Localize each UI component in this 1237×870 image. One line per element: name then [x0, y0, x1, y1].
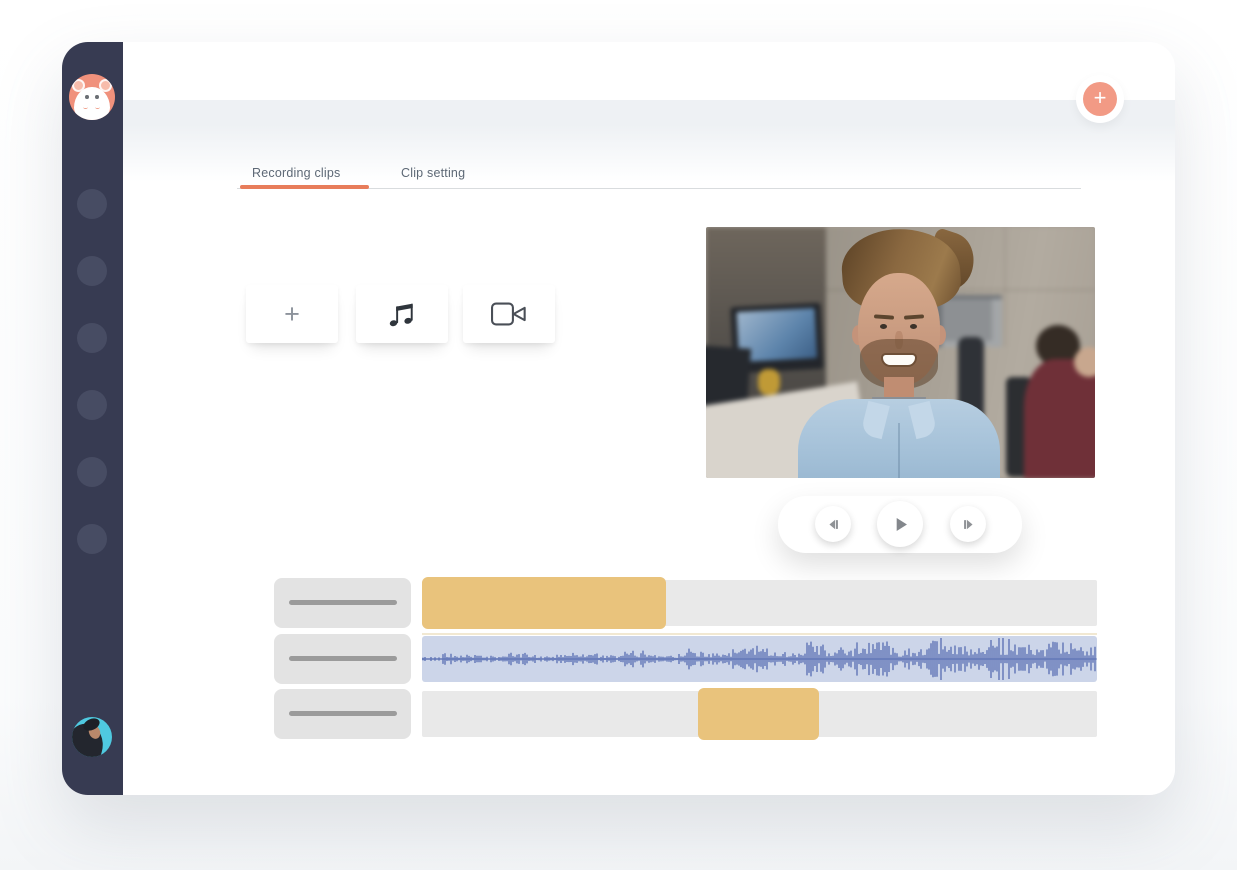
logo-nostril	[83, 105, 88, 109]
page-background: + Recording clips Clip setting +	[0, 0, 1237, 870]
app-window: + Recording clips Clip setting +	[62, 42, 1175, 795]
plus-icon: +	[1083, 82, 1117, 116]
sidebar-nav-item-4[interactable]	[77, 390, 107, 420]
label-placeholder-bar	[289, 656, 397, 661]
next-frame-button[interactable]	[950, 506, 986, 542]
step-back-icon	[826, 517, 841, 532]
add-clip-button[interactable]: +	[246, 285, 338, 343]
step-forward-icon	[961, 517, 976, 532]
sidebar-nav-item-1[interactable]	[77, 189, 107, 219]
audio-waveform	[422, 636, 1097, 682]
sidebar-nav-item-3[interactable]	[77, 323, 107, 353]
logo-eye	[85, 95, 89, 99]
track-1-label[interactable]	[274, 578, 411, 628]
playback-controls	[778, 496, 1022, 553]
add-fab-button[interactable]: +	[1076, 75, 1124, 123]
sidebar-nav-item-5[interactable]	[77, 457, 107, 487]
active-tab-indicator	[240, 185, 369, 189]
user-avatar[interactable]	[72, 717, 112, 757]
app-logo monkey-logo-icon[interactable]	[69, 74, 115, 120]
play-button[interactable]	[877, 501, 923, 547]
previous-frame-button[interactable]	[815, 506, 851, 542]
add-music-button[interactable]	[356, 285, 448, 343]
sidebar-nav-item-2[interactable]	[77, 256, 107, 286]
add-video-button[interactable]	[463, 285, 555, 343]
label-placeholder-bar	[289, 711, 397, 716]
logo-nostril	[95, 105, 100, 109]
plus-icon: +	[284, 301, 300, 328]
label-placeholder-bar	[289, 600, 397, 605]
main-content: + Recording clips Clip setting +	[123, 42, 1175, 795]
logo-eye	[95, 95, 99, 99]
presenter-man	[706, 227, 1095, 478]
video-preview[interactable]	[706, 227, 1095, 478]
track-2-audio-clip[interactable]	[422, 636, 1097, 682]
tab-clip-setting[interactable]: Clip setting	[401, 166, 465, 180]
video-camera-icon	[489, 299, 529, 329]
track-3-label[interactable]	[274, 689, 411, 739]
music-note-icon	[385, 297, 419, 331]
logo-face	[74, 87, 110, 120]
tab-recording-clips[interactable]: Recording clips	[252, 166, 340, 180]
track-1-clip[interactable]	[422, 577, 666, 629]
play-icon	[891, 515, 910, 534]
sidebar-nav-item-6[interactable]	[77, 524, 107, 554]
track-2-label[interactable]	[274, 634, 411, 684]
sidebar	[62, 42, 123, 795]
track-3-clip[interactable]	[698, 688, 819, 740]
